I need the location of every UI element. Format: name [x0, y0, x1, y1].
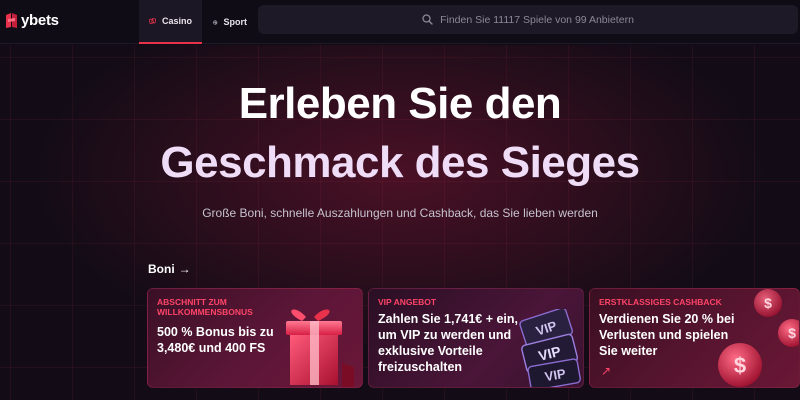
logo[interactable]: ybets	[5, 10, 59, 30]
svg-text:$: $	[788, 325, 796, 341]
tab-casino[interactable]: Casino	[139, 0, 202, 44]
logo-mark-icon	[6, 12, 17, 28]
tab-casino-label: Casino	[161, 16, 192, 26]
hero-subtitle: Große Boni, schnelle Auszahlungen und Ca…	[202, 206, 598, 220]
search-input[interactable]: Finden Sie 11117 Spiele von 99 Anbietern	[258, 5, 798, 34]
bonus-card-cashback[interactable]: $ $ $ ERSTKLASSIGES CASHBACK Verdienen S…	[589, 288, 800, 388]
card-description: 500 % Bonus bis zu 3,480€ und 400 FS	[157, 325, 274, 355]
casino-icon	[149, 18, 156, 24]
card-label: VIP ANGEBOT	[378, 297, 437, 307]
bonus-card-welcome[interactable]: ABSCHNITT ZUM WILLKOMMENSBONUS 500 % Bon…	[147, 288, 363, 388]
search-icon	[422, 14, 433, 25]
vip-cards-icon: VIP VIP VIP	[519, 309, 581, 387]
sport-icon	[213, 19, 218, 25]
bonuses-heading: Boni	[148, 262, 175, 276]
top-bar: ybets Casino Sport Finden Sie 11117 Spie…	[0, 0, 800, 44]
logo-text: ybets	[21, 11, 59, 29]
tab-sport[interactable]: Sport	[203, 0, 257, 44]
arrow-right-icon: →	[178, 262, 191, 276]
hero-title-line-1: Erleben Sie den	[238, 79, 562, 128]
hero-title-line-2: Geschmack des Sieges	[160, 138, 640, 187]
card-description: Verdienen Sie 20 % bei Verlusten und spi…	[599, 312, 735, 358]
search-placeholder: Finden Sie 11117 Spiele von 99 Anbietern	[440, 13, 634, 26]
tab-sport-label: Sport	[223, 17, 248, 27]
card-label: ERSTKLASSIGES CASHBACK	[599, 297, 722, 307]
bonuses-heading-link[interactable]: Boni →	[148, 262, 191, 276]
card-description: Zahlen Sie 1,741€ + ein, um VIP zu werde…	[378, 312, 519, 374]
arrow-up-right-icon: ↗	[601, 364, 612, 378]
card-label: ABSCHNITT ZUM WILLKOMMENSBONUS	[157, 297, 253, 317]
svg-text:$: $	[764, 295, 772, 311]
bonus-card-vip[interactable]: VIP VIP VIP VIP ANGEBOT Zahlen Sie 1,741…	[368, 288, 584, 388]
